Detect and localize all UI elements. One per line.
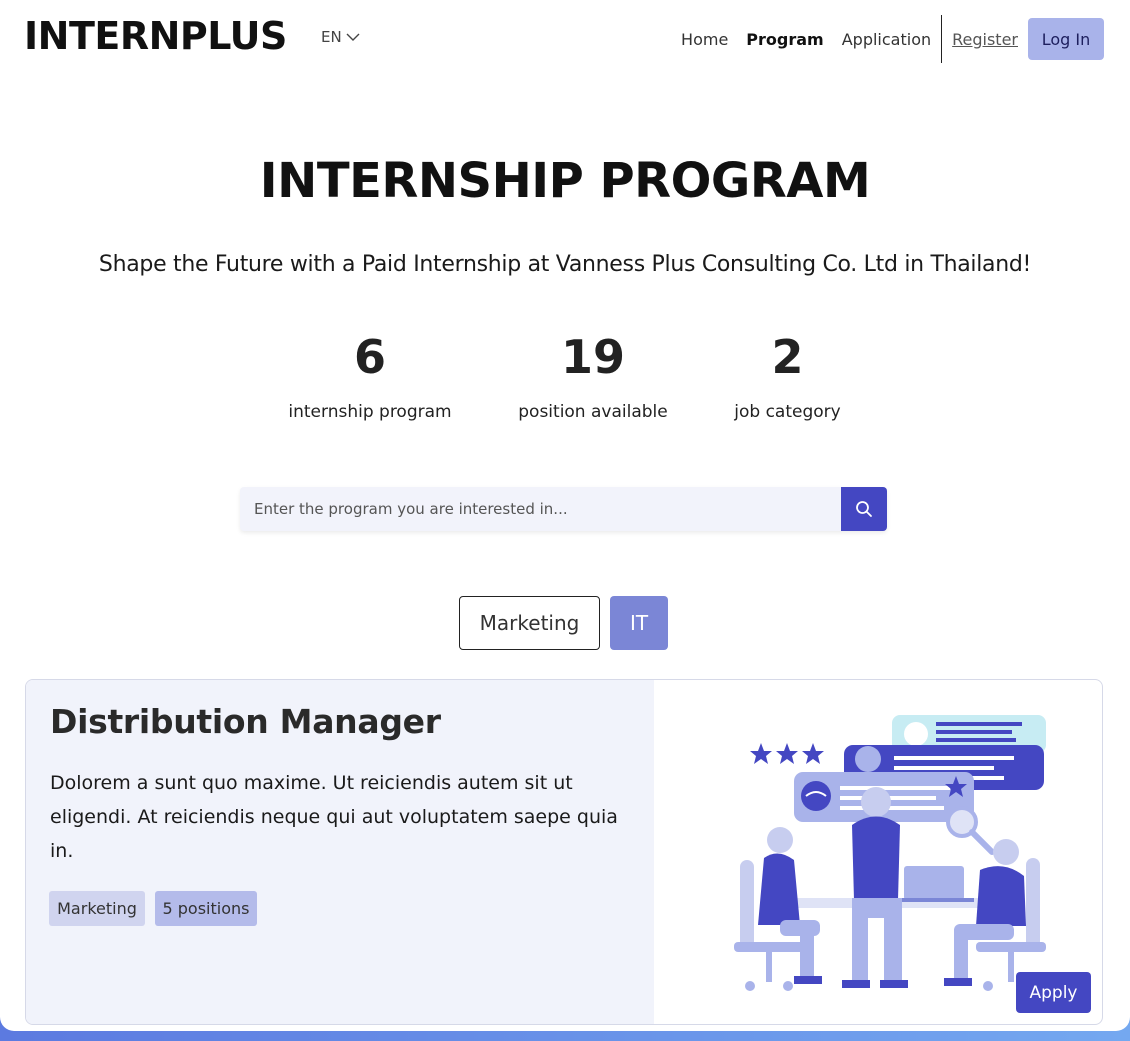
language-label: EN [321, 28, 342, 46]
card-content: Distribution Manager Dolorem a sunt quo … [26, 680, 654, 1024]
search-input[interactable] [240, 487, 841, 531]
language-selector[interactable]: EN [321, 28, 360, 46]
search-button[interactable] [841, 487, 887, 531]
chevron-down-icon [346, 33, 360, 41]
filter-it[interactable]: IT [610, 596, 668, 650]
category-badge: Marketing [49, 891, 145, 926]
page-title: INTERNSHIP PROGRAM [259, 153, 871, 209]
apply-button[interactable]: Apply [1016, 972, 1091, 1013]
stat-categories: 2 job category [710, 330, 865, 422]
search-icon [856, 501, 872, 517]
logo[interactable]: INTERNPLUS [24, 14, 287, 58]
stat-programs: 6 internship program [270, 330, 470, 422]
nav-home[interactable]: Home [681, 30, 728, 49]
main-nav: Home Program Application Register Log In [663, 15, 1104, 63]
page-subtitle: Shape the Future with a Paid Internship … [98, 252, 1032, 277]
nav-application[interactable]: Application [842, 30, 931, 49]
stat-label: internship program [288, 402, 452, 422]
program-card: Distribution Manager Dolorem a sunt quo … [25, 679, 1103, 1025]
filter-marketing[interactable]: Marketing [459, 596, 600, 650]
search-bar [240, 487, 887, 531]
stats: 6 internship program 19 position availab… [270, 330, 860, 430]
page: INTERNPLUS EN Home Program Application R… [0, 0, 1130, 1031]
card-title: Distribution Manager [50, 702, 441, 741]
stat-value: 19 [560, 330, 625, 384]
stat-positions: 19 position available [498, 330, 688, 422]
stat-value: 2 [771, 330, 804, 384]
login-button[interactable]: Log In [1028, 18, 1104, 60]
stat-value: 6 [353, 330, 386, 384]
nav-program[interactable]: Program [746, 30, 823, 49]
stat-label: job category [734, 402, 841, 422]
stat-label: position available [518, 402, 668, 422]
card-description: Dolorem a sunt quo maxime. Ut reiciendis… [50, 772, 618, 862]
positions-badge: 5 positions [155, 891, 257, 926]
register-link[interactable]: Register [952, 30, 1018, 49]
nav-divider [941, 15, 943, 63]
